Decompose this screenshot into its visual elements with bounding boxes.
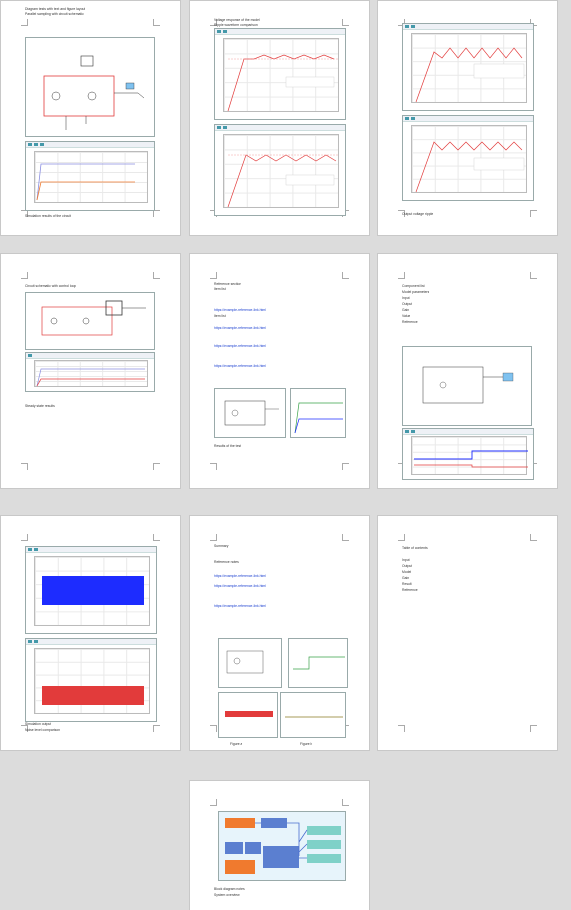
schematic-screenshot	[25, 37, 155, 137]
schematic-2	[25, 292, 155, 350]
page-3[interactable]: Output voltage ripple	[377, 0, 558, 236]
page-9-line-6: Result	[402, 582, 412, 586]
page-6-line-1: Component list	[402, 284, 425, 288]
page-8-line-2: Reference notes	[214, 560, 239, 564]
page-7-line-2: Noise level comparison	[25, 728, 61, 732]
page-6-line-2: Model parameters	[402, 290, 430, 294]
page-1[interactable]: Diagram tests with text and figure layou…	[0, 0, 181, 236]
page-9-line-3: Output	[402, 564, 413, 568]
figure-a-caption: Figure a	[230, 742, 243, 746]
block-diagram	[218, 811, 346, 881]
flat-line-plot	[280, 692, 346, 738]
plot-4	[25, 352, 155, 392]
page-6-line-6: Value	[402, 314, 411, 318]
reference-link[interactable]: https://example-reference-link.html	[214, 344, 266, 348]
page-8[interactable]: Summary Reference notes https://example-…	[189, 515, 370, 751]
page-9-line-7: Reference	[402, 588, 418, 592]
page-5-line-3: Item list	[214, 314, 226, 318]
red-noise-band	[41, 686, 145, 706]
page-9-line-5: Gain	[402, 576, 410, 580]
ripple-plot-1	[214, 28, 346, 120]
page-9-line-4: Model	[402, 570, 412, 574]
schematic-3	[402, 346, 532, 426]
page-1-line-1: Diagram tests with text and figure layou…	[25, 7, 86, 11]
page-10-line-2: System overview	[214, 893, 240, 897]
page-5-line-1: Reference section	[214, 282, 242, 286]
red-band-plot	[218, 692, 278, 738]
reference-link[interactable]: https://example-reference-link.html	[214, 604, 266, 608]
ripple-plot-2	[214, 124, 346, 216]
step-plot	[402, 428, 534, 480]
page-10-line-1: Block diagram notes	[214, 887, 245, 891]
blue-noise-band	[41, 576, 145, 605]
page-6-line-3: Input	[402, 296, 410, 300]
page-6[interactable]: Component list Model parameters Input Ou…	[377, 253, 558, 489]
page-4[interactable]: Circuit schematic with control loop Stea…	[0, 253, 181, 489]
page-6-line-4: Output	[402, 302, 413, 306]
noise-plot-red	[25, 638, 157, 722]
page-3-caption: Output voltage ripple	[402, 212, 434, 216]
plot-screenshot	[25, 141, 155, 211]
page-1-caption: Simulation results of the circuit	[25, 214, 71, 218]
page-8-line-1: Summary	[214, 544, 229, 548]
page-5[interactable]: Reference section Item list https://exam…	[189, 253, 370, 489]
small-schematic	[218, 638, 282, 688]
page-5-caption: Results of the test	[214, 444, 242, 448]
output-plot-2	[402, 115, 534, 201]
reference-link[interactable]: https://example-reference-link.html	[214, 574, 266, 578]
page-2-line-2: Ripple waveform comparison	[214, 23, 258, 27]
page-10[interactable]: Block diagram notes System overview	[189, 780, 370, 910]
page-9[interactable]: Table of contents Input Output Model Gai…	[377, 515, 558, 751]
page-2[interactable]: Voltage response of the model Ripple wav…	[189, 0, 370, 236]
page-6-line-5: Gain	[402, 308, 410, 312]
page-9-line-2: Input	[402, 558, 410, 562]
reference-link[interactable]: https://example-reference-link.html	[214, 326, 266, 330]
page-4-line-1: Circuit schematic with control loop	[25, 284, 77, 288]
noise-plot-blue	[25, 546, 157, 634]
reference-link[interactable]: https://example-reference-link.html	[214, 308, 266, 312]
small-plot	[288, 638, 348, 688]
small-plot	[290, 388, 346, 438]
figure-b-caption: Figure b	[300, 742, 313, 746]
page-4-caption: Steady state results	[25, 404, 55, 408]
page-5-line-2: Item list	[214, 287, 226, 291]
page-6-line-7: Reference	[402, 320, 418, 324]
reference-link[interactable]: https://example-reference-link.html	[214, 364, 266, 368]
page-1-line-2: Parallel sampling with circuit schematic	[25, 12, 84, 16]
output-plot-1	[402, 23, 534, 111]
page-2-line-1: Voltage response of the model	[214, 18, 260, 22]
small-schematic	[214, 388, 286, 438]
page-7[interactable]: Simulation output Noise level comparison	[0, 515, 181, 751]
reference-link[interactable]: https://example-reference-link.html	[214, 584, 266, 588]
schematic-drawing	[43, 55, 145, 130]
page-9-line-1: Table of contents	[402, 546, 428, 550]
page-7-line-1: Simulation output	[25, 722, 52, 726]
